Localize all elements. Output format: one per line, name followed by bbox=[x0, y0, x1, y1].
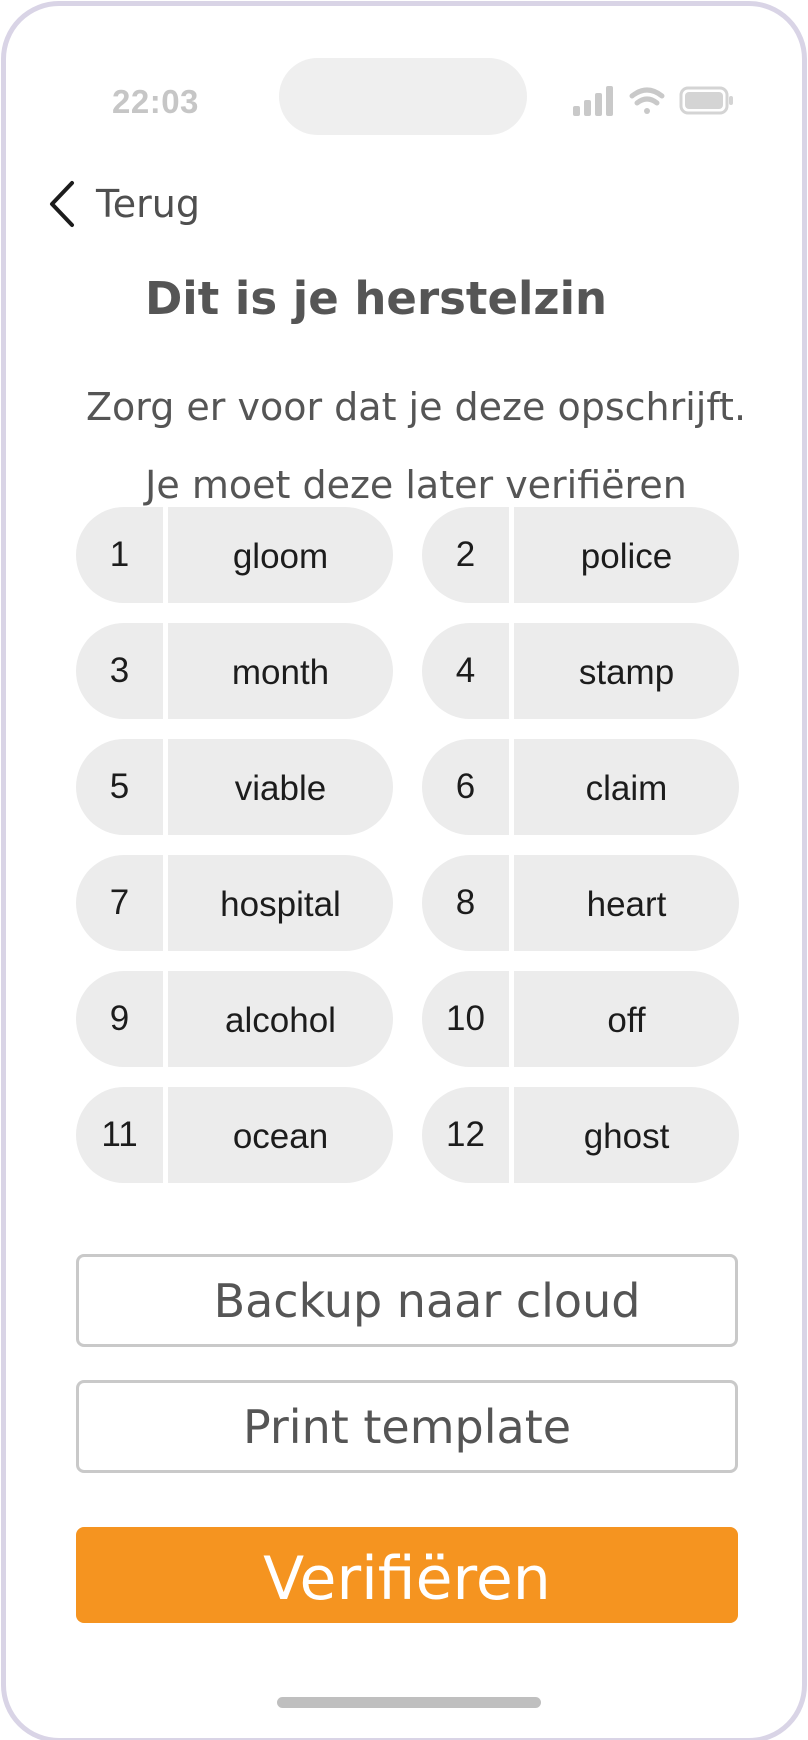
word-index: 7 bbox=[76, 855, 168, 951]
word-index: 12 bbox=[422, 1087, 514, 1183]
status-time: 22:03 bbox=[112, 83, 199, 120]
word-text: claim bbox=[585, 769, 668, 808]
word-index: 11 bbox=[76, 1087, 168, 1183]
word-text: viable bbox=[234, 769, 327, 808]
word-chip-4: 4 stamp bbox=[422, 623, 739, 719]
word-index: 2 bbox=[422, 507, 514, 603]
word-index: 9 bbox=[76, 971, 168, 1067]
word-index: 8 bbox=[422, 855, 514, 951]
status-icons bbox=[571, 84, 736, 118]
word-chip-3: 3 month bbox=[76, 623, 393, 719]
word-index: 5 bbox=[76, 739, 168, 835]
word-index: 4 bbox=[422, 623, 514, 719]
word-chip-1: 1 gloom bbox=[76, 507, 393, 603]
signal-icon bbox=[573, 86, 613, 116]
word-index: 3 bbox=[76, 623, 168, 719]
page-title: Dit is je herstelzin bbox=[144, 272, 608, 325]
word-chip-2: 2 police bbox=[422, 507, 739, 603]
word-text: hospital bbox=[220, 885, 341, 924]
home-indicator[interactable] bbox=[277, 1697, 541, 1708]
word-text: heart bbox=[586, 885, 667, 924]
word-chip-6: 6 claim bbox=[422, 739, 739, 835]
word-chip-9: 9 alcohol bbox=[76, 971, 393, 1067]
word-index: 6 bbox=[422, 739, 514, 835]
word-chip-5: 5 viable bbox=[76, 739, 393, 835]
subtitle-line-1: Zorg er voor dat je deze opschrijft. bbox=[85, 385, 747, 429]
back-button[interactable]: Terug bbox=[46, 176, 200, 232]
word-text: gloom bbox=[232, 537, 329, 576]
word-index: 10 bbox=[422, 971, 514, 1067]
word-index: 1 bbox=[76, 507, 168, 603]
verify-button[interactable]: Verifiëren bbox=[76, 1527, 738, 1623]
backup-to-cloud-button[interactable]: Backup naar cloud bbox=[76, 1254, 738, 1347]
chevron-left-icon bbox=[50, 181, 74, 227]
word-chip-12: 12 ghost bbox=[422, 1087, 739, 1183]
word-text: stamp bbox=[578, 653, 675, 692]
dynamic-island bbox=[279, 58, 527, 135]
battery-icon bbox=[679, 86, 733, 115]
word-text: ghost bbox=[583, 1117, 670, 1156]
word-text: alcohol bbox=[225, 1001, 336, 1040]
page-subtitle: Zorg er voor dat je deze opschrijft. Je … bbox=[36, 368, 796, 524]
word-text: ocean bbox=[232, 1117, 329, 1156]
word-chip-11: 11 ocean bbox=[76, 1087, 393, 1183]
wifi-icon bbox=[629, 87, 665, 114]
print-template-button[interactable]: Print template bbox=[76, 1380, 738, 1473]
word-chip-7: 7 hospital bbox=[76, 855, 393, 951]
phone-frame: 22:03 Terug Dit is je herstelzin Zorg er… bbox=[1, 1, 807, 1740]
word-text: police bbox=[580, 537, 673, 576]
back-label: Terug bbox=[96, 182, 200, 226]
word-text: off bbox=[607, 1001, 646, 1040]
word-chip-10: 10 off bbox=[422, 971, 739, 1067]
word-chip-8: 8 heart bbox=[422, 855, 739, 951]
word-text: month bbox=[231, 653, 330, 692]
